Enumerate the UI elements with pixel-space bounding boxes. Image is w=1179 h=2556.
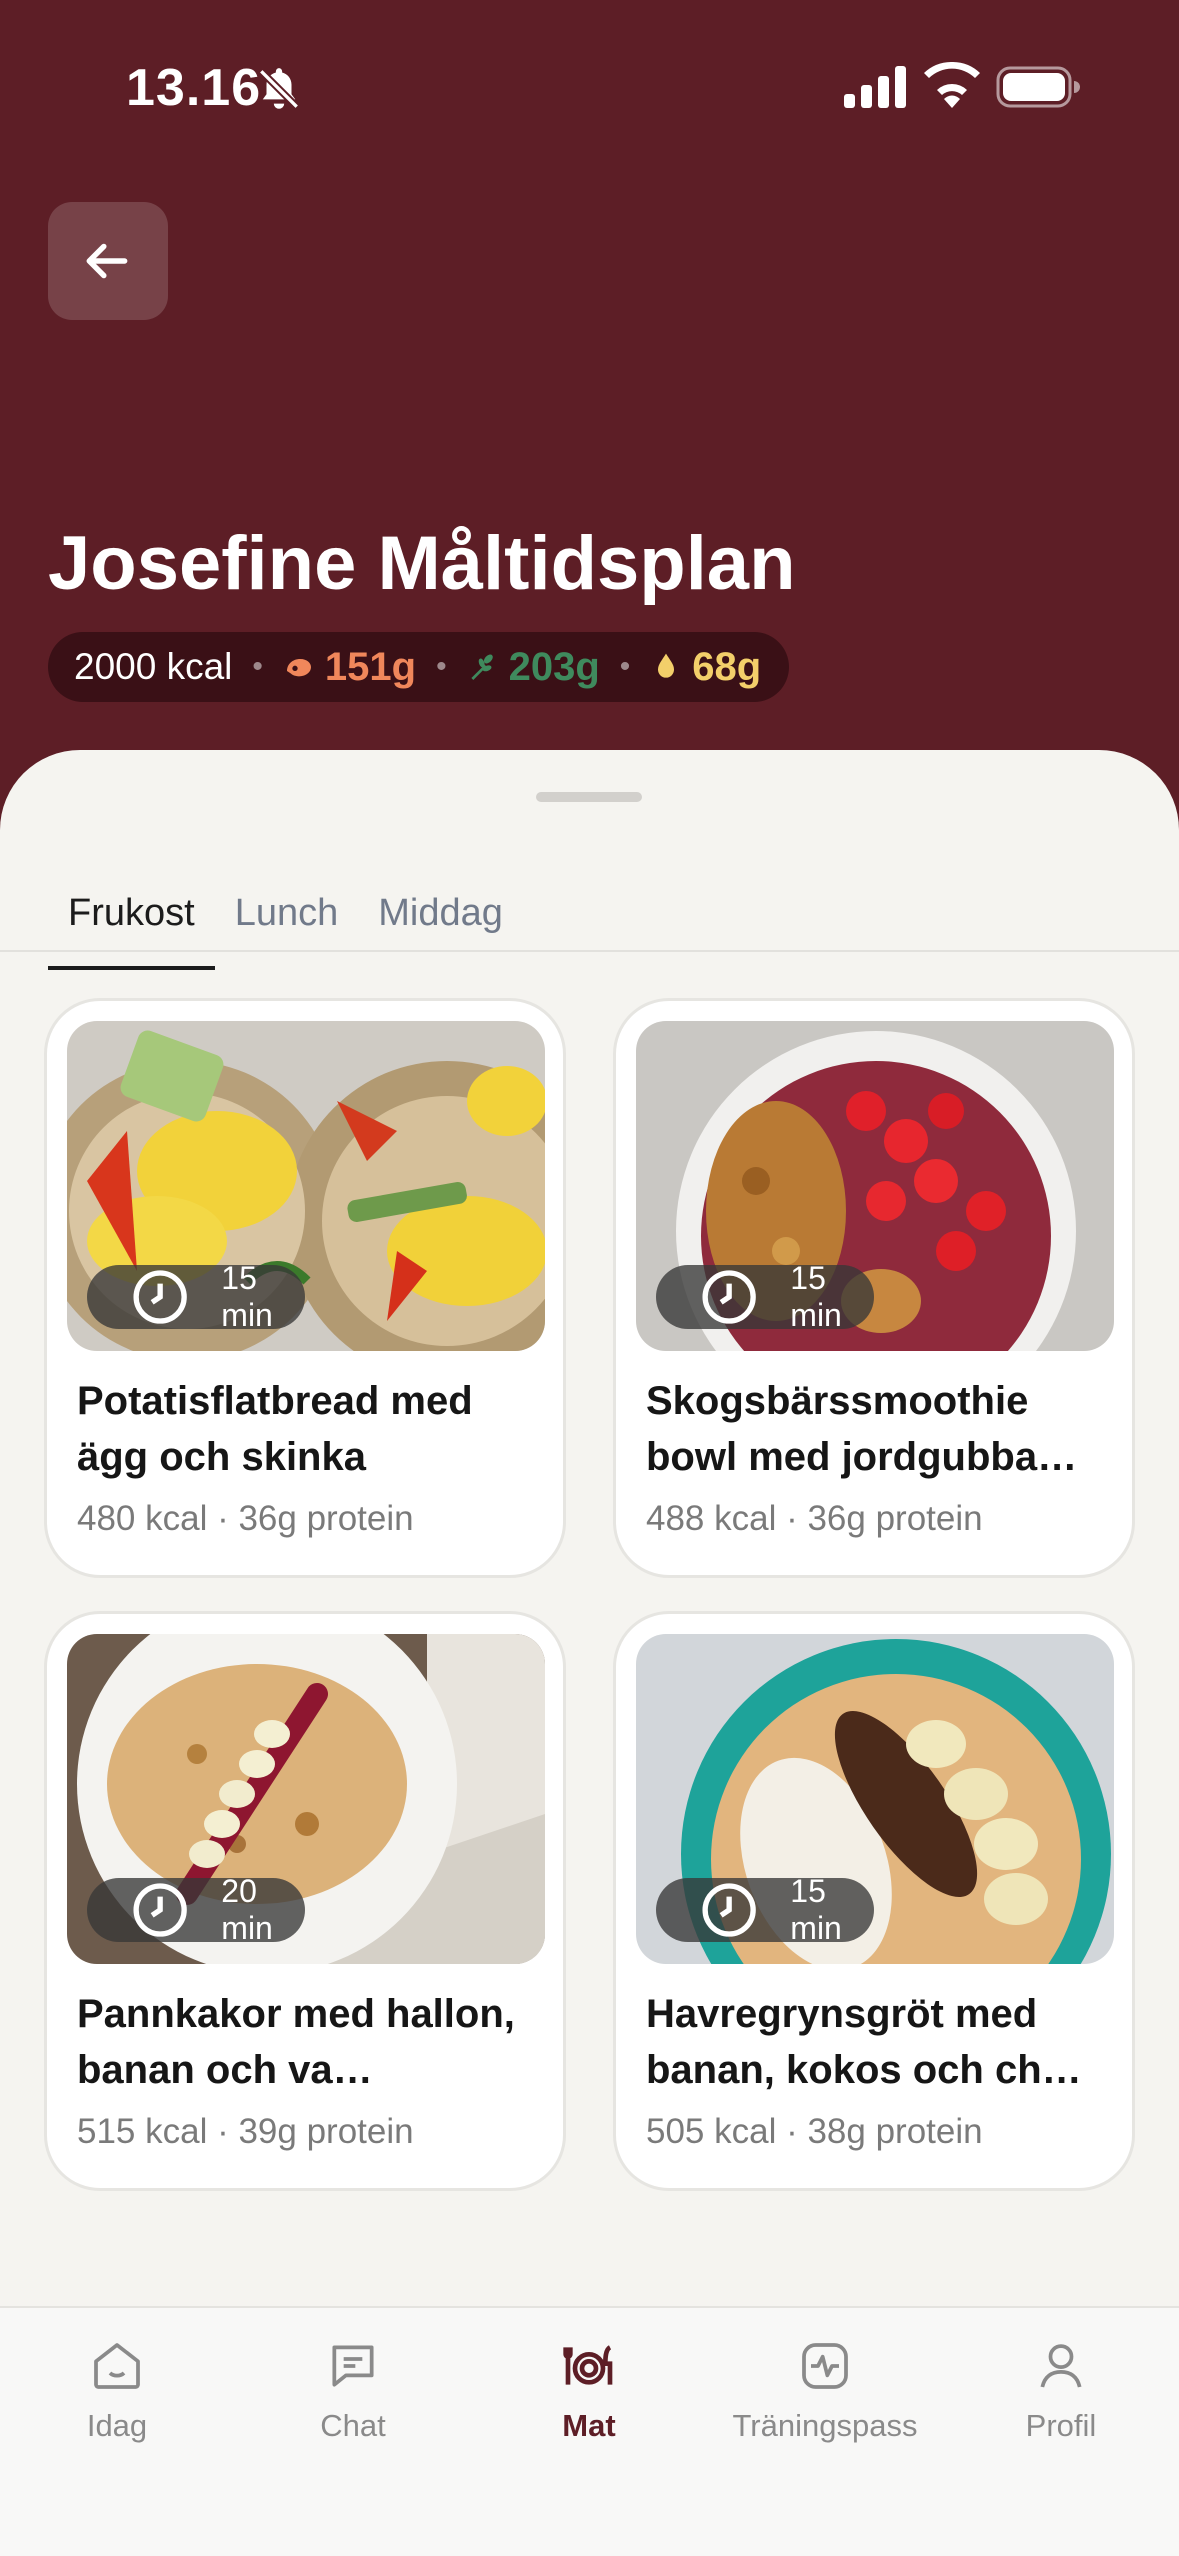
arrow-left-icon xyxy=(86,243,128,279)
page-title: Josefine Måltidsplan xyxy=(48,521,796,606)
bell-off-icon xyxy=(257,67,301,111)
meal-nutrition: 505 kcal · 38g protein xyxy=(646,2112,983,2151)
meal-nutrition: 515 kcal · 39g protein xyxy=(77,2112,414,2151)
chat-icon xyxy=(332,2345,374,2387)
meal-tabs: Frukost Lunch Middag xyxy=(48,870,523,970)
carbs-macro: 203g xyxy=(467,645,600,690)
battery-icon xyxy=(996,66,1080,108)
tab-lunch[interactable]: Lunch xyxy=(215,870,359,970)
nav-item-mat[interactable]: Mat xyxy=(489,2338,689,2444)
status-bar: 13.16 xyxy=(0,0,1179,170)
sheet-grabber[interactable] xyxy=(536,792,642,802)
fat-value: 68g xyxy=(692,644,762,689)
meal-title: Skogsbärssmoothie bowl med jordgubba… xyxy=(646,1379,1078,1479)
prep-time-badge: 15 min xyxy=(656,1260,875,1333)
meal-title: Potatisflatbread med ägg och skinka xyxy=(77,1379,473,1479)
clock-icon xyxy=(133,1883,187,1937)
person-icon xyxy=(1040,2344,1082,2388)
meal-nutrition: 488 kcal · 36g protein xyxy=(646,1499,983,1538)
nav-item-profil[interactable]: Profil xyxy=(961,2338,1161,2444)
prep-time-badge: 15 min xyxy=(87,1260,306,1333)
meal-title: Havregrynsgröt med banan, kokos och ch… xyxy=(646,1992,1082,2092)
meal-photo-porridge: 15 min xyxy=(636,1634,1114,1964)
drop-icon xyxy=(658,653,675,678)
meal-photo-pancakes: 20 min xyxy=(67,1634,545,1964)
meal-card[interactable]: 15 min Havregrynsgröt med banan, kokos o… xyxy=(613,1611,1135,2191)
back-button[interactable] xyxy=(48,202,168,320)
meal-sheet: Frukost Lunch Middag 15 min Potatisflatb… xyxy=(0,750,1179,2556)
plate-cutlery-icon xyxy=(563,2345,613,2385)
clock-icon xyxy=(702,1270,756,1324)
meal-nutrition: 480 kcal · 36g protein xyxy=(77,1499,414,1538)
macro-summary: 2000 kcal • 151g • 203g • 68g xyxy=(48,632,790,702)
wheat-icon xyxy=(470,654,493,680)
prep-time-badge: 20 min xyxy=(87,1873,306,1946)
tabs-divider xyxy=(0,950,1179,952)
kcal-value: 2000 kcal xyxy=(74,646,233,687)
wifi-icon xyxy=(924,62,980,108)
clock-icon xyxy=(133,1270,187,1324)
carbs-value: 203g xyxy=(508,644,600,689)
protein-icon xyxy=(286,659,311,677)
meal-card[interactable]: 20 min Pannkakor med hallon, banan och v… xyxy=(44,1611,566,2191)
meal-card[interactable]: 15 min Potatisflatbread med ägg och skin… xyxy=(44,998,566,1578)
tab-frukost[interactable]: Frukost xyxy=(48,870,215,970)
nav-item-chat[interactable]: Chat xyxy=(253,2338,453,2444)
protein-macro: 151g xyxy=(283,645,416,690)
clock-icon xyxy=(702,1883,756,1937)
bottom-nav: Idag Chat Mat Träningspass Profil xyxy=(0,2306,1179,2556)
meal-card[interactable]: 15 min Skogsbärssmoothie bowl med jordgu… xyxy=(613,998,1135,1578)
nav-item-idag[interactable]: Idag xyxy=(17,2338,217,2444)
fat-macro: 68g xyxy=(650,645,761,690)
signal-icon xyxy=(844,66,906,108)
meal-photo-flatbread: 15 min xyxy=(67,1021,545,1351)
nav-item-traningspass[interactable]: Träningspass xyxy=(725,2338,925,2444)
activity-icon xyxy=(802,2343,848,2389)
meal-photo-smoothie-bowl: 15 min xyxy=(636,1021,1114,1351)
prep-time-badge: 15 min xyxy=(656,1873,875,1946)
home-icon xyxy=(94,2343,140,2389)
status-time: 13.16 xyxy=(126,59,262,117)
tab-middag[interactable]: Middag xyxy=(358,870,523,970)
protein-value: 151g xyxy=(324,644,417,689)
meal-title: Pannkakor med hallon, banan och va… xyxy=(77,1992,515,2092)
